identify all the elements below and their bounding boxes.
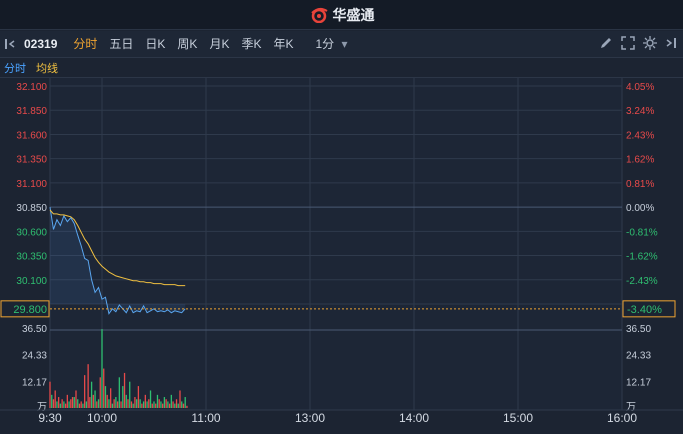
- app-window: 华盛通 02319 分时 五日 日K 周K 月K 季K 年K 1分 ▾ 分时 均…: [0, 0, 683, 434]
- price-tick-label: 30.100: [16, 276, 47, 287]
- interval-select[interactable]: 1分 ▾: [309, 31, 353, 58]
- price-tick-label: 32.100: [16, 82, 47, 93]
- current-price-label: 29.800: [13, 304, 47, 316]
- stock-code: 02319: [24, 37, 58, 51]
- plot-area: [50, 78, 622, 410]
- tab-0[interactable]: 分时: [67, 31, 103, 58]
- price-tick-label: 31.600: [16, 130, 47, 141]
- x-tick-label: 13:00: [295, 411, 325, 425]
- settings-icon[interactable]: [643, 35, 657, 53]
- fullscreen-icon[interactable]: [621, 35, 635, 53]
- pct-tick-label: 2.43%: [626, 130, 654, 141]
- tab-4[interactable]: 月K: [203, 31, 235, 58]
- tab-1[interactable]: 五日: [103, 31, 139, 58]
- current-pct-label: -3.40%: [627, 304, 662, 316]
- x-tick-label: 16:00: [607, 411, 637, 425]
- x-tick-label: 14:00: [399, 411, 429, 425]
- draw-pen-icon[interactable]: [599, 36, 613, 53]
- pct-tick-label: 4.05%: [626, 82, 654, 93]
- pct-tick-label: 0.81%: [626, 179, 654, 190]
- mode-label[interactable]: 分时: [4, 60, 26, 76]
- indicator-bar: 分时 均线: [0, 59, 683, 78]
- price-tick-label: 31.100: [16, 179, 47, 190]
- price-tick-label: 30.850: [16, 203, 47, 214]
- price-tick-label: 31.350: [16, 155, 47, 166]
- x-tick-label: 11:00: [191, 411, 220, 425]
- volume-tick-label: 12.17: [22, 377, 47, 388]
- chevron-down-icon: ▾: [341, 36, 348, 51]
- pct-tick-label: -0.81%: [626, 227, 658, 238]
- volume-tick-label: 36.50: [22, 324, 47, 335]
- pct-tick-label: -2.43%: [626, 276, 658, 287]
- price-tick-label: 30.600: [16, 227, 47, 238]
- volume-tick-label: 24.33: [22, 351, 47, 362]
- tab-6[interactable]: 年K: [267, 31, 299, 58]
- brand: 华盛通: [309, 5, 375, 25]
- interval-label: 1分: [315, 36, 335, 51]
- pct-tick-label: -1.62%: [626, 252, 658, 263]
- volume-tick-label-right: 12.17: [626, 377, 651, 388]
- volume-tick-label-right: 24.33: [626, 351, 651, 362]
- tab-2[interactable]: 日K: [139, 31, 171, 58]
- x-tick-label: 9:30: [38, 411, 62, 425]
- collapse-left-icon[interactable]: [0, 34, 20, 54]
- avg-line-label[interactable]: 均线: [36, 60, 58, 76]
- pct-tick-label: 0.00%: [626, 203, 654, 214]
- volume-tick-label-right: 36.50: [626, 324, 651, 335]
- collapse-right-icon[interactable]: [665, 37, 677, 52]
- tab-3[interactable]: 周K: [171, 31, 203, 58]
- x-tick-label: 10:00: [87, 411, 117, 425]
- price-tick-label: 30.350: [16, 252, 47, 263]
- pct-tick-label: 3.24%: [626, 106, 654, 117]
- title-bar: 华盛通: [0, 0, 683, 30]
- chart-toolbar: 02319 分时 五日 日K 周K 月K 季K 年K 1分 ▾: [0, 31, 683, 58]
- brand-logo-icon: [310, 7, 328, 23]
- pct-tick-label: 1.62%: [626, 155, 654, 166]
- brand-name: 华盛通: [332, 6, 375, 23]
- period-tabs: 分时 五日 日K 周K 月K 季K 年K: [67, 31, 299, 58]
- price-tick-label: 31.850: [16, 106, 47, 117]
- tab-5[interactable]: 季K: [235, 31, 267, 58]
- x-tick-label: 15:00: [503, 411, 533, 425]
- intraday-chart[interactable]: 32.100 4.05% 31.850 3.24% 31.600 2.43% 31.350 1…: [0, 78, 683, 434]
